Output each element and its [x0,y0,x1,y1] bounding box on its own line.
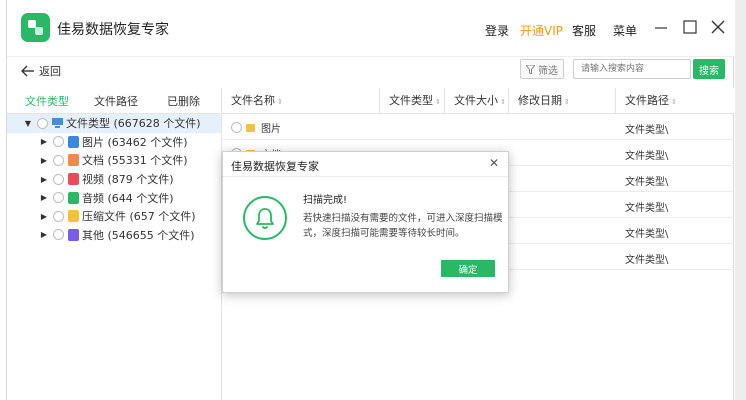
search-input[interactable] [573,59,691,79]
tree-label: 图片 (63462 个文件) [82,135,188,149]
app-title: 佳易数据恢复专家 [57,22,169,38]
search-button[interactable]: 搜索 [693,59,725,79]
tree-label: 文件类型 (667628 个文件) [66,117,201,131]
tree-label: 其他 (546655 个文件) [82,228,195,242]
background-window-edge [735,0,746,400]
file-path: 文件类型\ [625,229,669,240]
tree-radio[interactable] [53,192,64,204]
file-path: 文件类型\ [625,203,669,214]
file-path: 文件类型\ [625,255,669,266]
file-name: 图片 [261,124,281,135]
video-icon [68,173,79,186]
menu-link[interactable]: 菜单 [613,22,637,39]
tree-node-root[interactable]: ▼ 文件类型 (667628 个文件) [7,114,221,133]
column-header-type[interactable]: 文件类型 ⇕ [380,88,445,114]
tree-radio[interactable] [53,173,64,185]
tree-node-other[interactable]: ▶ 其他 (546655 个文件) [7,226,221,245]
filter-button[interactable]: 筛选 [520,59,564,79]
file-type-tree: ▼ 文件类型 (667628 个文件) ▶ 图片 (63462 个文件) ▶ 文… [7,114,221,244]
column-header-date[interactable]: 修改日期 ⇕ [509,88,616,114]
service-link[interactable]: 客服 [572,22,596,39]
maximize-icon[interactable] [680,17,700,37]
file-path: 文件类型\ [625,125,669,136]
sort-icon: ⇕ [500,98,506,106]
back-label: 返回 [39,65,61,78]
sort-icon: ⇕ [277,98,283,106]
filter-label: 筛选 [538,65,558,77]
column-label: 修改日期 [518,94,562,107]
table-header: 文件名称 ⇕ 文件类型 ⇕ 文件大小 ⇕ 修改日期 ⇕ 文件路径 ⇕ [222,88,734,114]
tree-radio[interactable] [53,229,64,241]
chevron-right-icon[interactable]: ▶ [39,212,49,221]
column-label: 文件路径 [625,94,669,107]
tree-label: 压缩文件 (657 个文件) [82,210,196,224]
app-logo-icon [21,13,50,42]
tree-label: 视频 (879 个文件) [82,173,174,187]
column-label: 文件大小 [454,94,498,107]
chevron-down-icon[interactable]: ▼ [23,119,33,128]
chevron-right-icon[interactable]: ▶ [39,230,49,239]
image-icon [68,135,79,148]
close-icon[interactable] [708,17,728,37]
login-link[interactable]: 登录 [485,22,509,39]
document-icon [68,154,79,167]
tab-file-path[interactable]: 文件路径 [94,93,138,109]
tree-radio[interactable] [53,210,64,222]
chevron-right-icon[interactable]: ▶ [39,175,49,184]
tree-label: 文档 (55331 个文件) [82,154,188,168]
table-row[interactable]: 图片 文件类型\ [222,114,734,140]
archive-icon [68,210,79,223]
tree-radio[interactable] [37,117,48,129]
dialog-title: 佳易数据恢复专家 [231,160,319,173]
arrow-left-icon [21,65,34,77]
dialog-divider [223,176,508,177]
dialog-heading: 扫描完成! [303,195,348,206]
dialog-close-icon[interactable]: ✕ [489,156,499,170]
column-header-path[interactable]: 文件路径 ⇕ [616,88,734,114]
tree-label: 音频 (644 个文件) [82,191,174,205]
tab-file-type[interactable]: 文件类型 [25,93,69,116]
toolbar: 返回 筛选 搜索 [7,56,734,86]
title-bar: 佳易数据恢复专家 登录 开通VIP 客服 菜单 [7,0,734,56]
chevron-right-icon[interactable]: ▶ [39,193,49,202]
filter-icon [526,64,535,74]
tab-deleted[interactable]: 已删除 [167,93,200,109]
bell-icon [243,196,287,240]
file-path: 文件类型\ [625,177,669,188]
column-label: 文件类型 [389,94,433,107]
tree-radio[interactable] [53,136,64,148]
confirm-button[interactable]: 确定 [441,260,495,277]
sort-icon: ⇕ [564,98,570,106]
other-icon [68,228,79,241]
chevron-right-icon[interactable]: ▶ [39,156,49,165]
left-tab-bar: 文件类型 文件路径 已删除 [7,88,220,116]
audio-icon [68,191,79,204]
tree-node-audio[interactable]: ▶ 音频 (644 个文件) [7,188,221,207]
folder-icon [246,123,255,132]
computer-icon [52,117,63,129]
sort-icon: ⇕ [435,98,441,106]
tree-node-archives[interactable]: ▶ 压缩文件 (657 个文件) [7,207,221,226]
chevron-right-icon[interactable]: ▶ [39,137,49,146]
column-label: 文件名称 [231,94,275,107]
tree-node-documents[interactable]: ▶ 文档 (55331 个文件) [7,151,221,170]
sort-icon: ⇕ [671,98,677,106]
dialog-message: 若快速扫描没有需要的文件，可进入深度扫描模式，深度扫描可能需要等待较长时间。 [303,213,503,239]
row-radio[interactable] [231,122,242,133]
tree-node-videos[interactable]: ▶ 视频 (879 个文件) [7,170,221,189]
tree-node-images[interactable]: ▶ 图片 (63462 个文件) [7,133,221,152]
back-button[interactable]: 返回 [21,63,61,79]
minimize-icon[interactable] [651,17,671,37]
column-header-size[interactable]: 文件大小 ⇕ [445,88,509,114]
file-path: 文件类型\ [625,151,669,162]
scan-complete-dialog: 佳易数据恢复专家 ✕ 扫描完成! 若快速扫描没有需要的文件，可进入深度扫描模式，… [222,151,509,293]
tree-radio[interactable] [53,154,64,166]
vip-link[interactable]: 开通VIP [520,22,563,39]
column-header-name[interactable]: 文件名称 ⇕ [222,88,380,114]
